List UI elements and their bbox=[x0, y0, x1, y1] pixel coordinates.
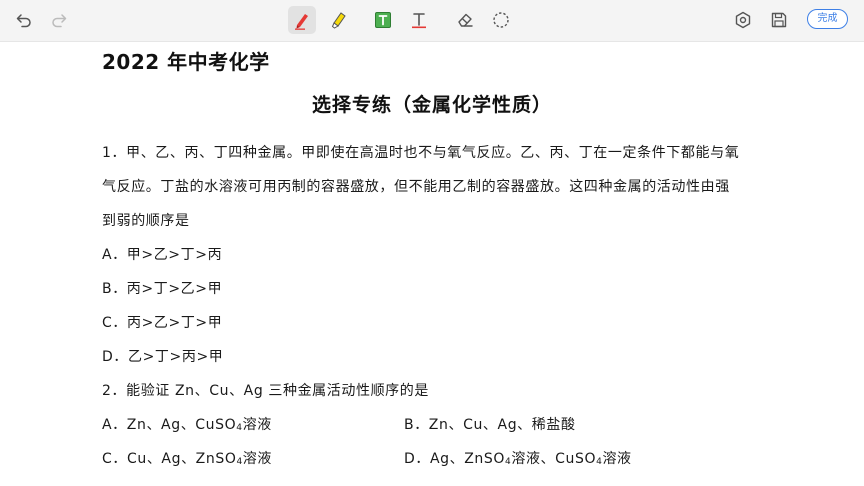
eraser-icon bbox=[458, 13, 473, 27]
document-page: 2022 年中考化学 选择专练（金属化学性质） 1．甲、乙、丙、丁四种金属。甲即… bbox=[0, 42, 864, 486]
annotation-toolbar: 完成 bbox=[0, 0, 864, 42]
lasso-icon bbox=[493, 12, 509, 28]
q1-stem-line-3: 到弱的顺序是 bbox=[102, 213, 190, 229]
q1-option-b: B．丙>丁>乙>甲 bbox=[102, 281, 223, 297]
q2-option-a-text: A．Zn、Ag、CuSO bbox=[102, 417, 237, 433]
text-tool-button[interactable] bbox=[405, 6, 433, 34]
subscript: 4 bbox=[236, 457, 243, 467]
q2-option-c-suffix: 溶液 bbox=[242, 451, 272, 467]
q1-option-c: C．丙>乙>丁>甲 bbox=[102, 315, 223, 331]
save-button[interactable] bbox=[765, 6, 793, 34]
q2-option-d-middle: 溶液、CuSO bbox=[511, 451, 597, 467]
textbox-tool-button[interactable] bbox=[369, 6, 397, 34]
red-pen-icon bbox=[295, 14, 308, 30]
document-title: 2022 年中考化学 bbox=[102, 50, 270, 74]
q1-option-a: A．甲>乙>丁>丙 bbox=[102, 247, 223, 263]
eraser-tool-button[interactable] bbox=[451, 6, 479, 34]
highlighter-icon bbox=[331, 12, 346, 29]
lasso-tool-button[interactable] bbox=[487, 6, 515, 34]
highlighter-tool-button[interactable] bbox=[324, 6, 352, 34]
save-icon bbox=[771, 12, 787, 28]
q2-option-c: C．Cu、Ag、ZnSO4溶液 bbox=[102, 448, 272, 468]
q2-option-a-suffix: 溶液 bbox=[242, 417, 272, 433]
q1-stem-line-2: 气反应。丁盐的水溶液可用丙制的容器盛放，但不能用乙制的容器盛放。这四种金属的活动… bbox=[102, 179, 730, 195]
q2-option-d-suffix: 溶液 bbox=[602, 451, 632, 467]
q2-option-d-text: D．Ag、ZnSO bbox=[404, 451, 506, 467]
settings-icon bbox=[735, 11, 751, 29]
q2-option-b: B．Zn、Cu、Ag、稀盐酸 bbox=[404, 417, 576, 433]
q1-stem-line-1: 1．甲、乙、丙、丁四种金属。甲即使在高温时也不与氧气反应。乙、丙、丁在一定条件下… bbox=[102, 145, 740, 161]
settings-button[interactable] bbox=[729, 6, 757, 34]
q2-stem: 2．能验证 Zn、Cu、Ag 三种金属活动性顺序的是 bbox=[102, 383, 429, 399]
q2-option-c-text: C．Cu、Ag、ZnSO bbox=[102, 451, 237, 467]
q2-option-d: D．Ag、ZnSO4溶液、CuSO4溶液 bbox=[404, 448, 632, 468]
text-box-icon bbox=[375, 12, 391, 28]
section-heading: 选择专练（金属化学性质） bbox=[311, 94, 552, 116]
q1-option-d: D．乙>丁>丙>甲 bbox=[102, 349, 224, 365]
redo-icon bbox=[52, 14, 67, 28]
subscript: 4 bbox=[505, 457, 512, 467]
subscript: 4 bbox=[236, 423, 243, 433]
pen-tool-button[interactable] bbox=[288, 6, 316, 34]
undo-button[interactable] bbox=[10, 6, 38, 34]
redo-button[interactable] bbox=[45, 6, 73, 34]
undo-icon bbox=[16, 14, 31, 28]
text-tool-icon bbox=[412, 13, 426, 29]
subscript: 4 bbox=[596, 457, 603, 467]
done-button[interactable]: 完成 bbox=[807, 9, 848, 29]
q2-option-a: A．Zn、Ag、CuSO4溶液 bbox=[102, 414, 272, 434]
